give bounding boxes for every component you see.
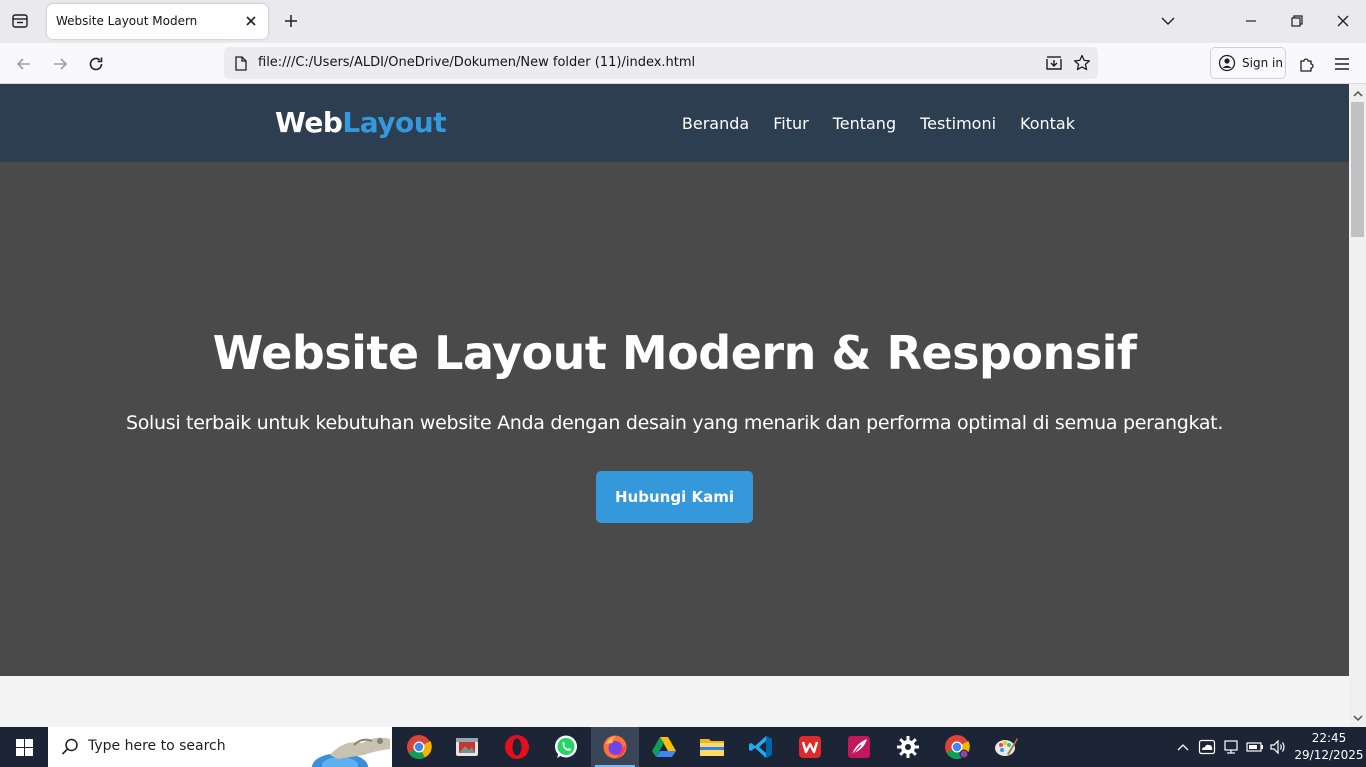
- contact-us-button[interactable]: Hubungi Kami: [596, 471, 753, 523]
- address-bar[interactable]: file:///C:/Users/ALDI/OneDrive/Dokumen/N…: [224, 47, 1098, 79]
- system-clock[interactable]: 22:45 29/12/2025: [1292, 730, 1366, 764]
- nav-link-tentang[interactable]: Tentang: [833, 114, 896, 133]
- settings-gear-taskbar-icon[interactable]: [884, 727, 932, 767]
- nav-link-fitur[interactable]: Fitur: [773, 114, 808, 133]
- extensions-icon[interactable]: [1294, 51, 1320, 77]
- restore-icon[interactable]: [1281, 6, 1313, 36]
- page-icon: [233, 55, 249, 71]
- scrollbar-thumb[interactable]: [1351, 102, 1364, 237]
- url-text[interactable]: file:///C:/Users/ALDI/OneDrive/Dokumen/N…: [258, 55, 695, 70]
- windows-start-icon[interactable]: [0, 727, 48, 767]
- logo-text-layout: Layout: [342, 106, 447, 139]
- hero-subtitle: Solusi terbaik untuk kebutuhan website A…: [125, 412, 1224, 434]
- clock-date: 29/12/2025: [1294, 748, 1364, 762]
- sign-in-button[interactable]: Sign in: [1210, 47, 1286, 79]
- taskbar-search-box[interactable]: Type here to search: [48, 727, 392, 767]
- chevron-down-icon[interactable]: [1152, 6, 1184, 36]
- site-logo[interactable]: WebLayout: [275, 106, 447, 139]
- search-icon: [60, 737, 80, 757]
- chrome-taskbar-icon[interactable]: [395, 727, 443, 767]
- bookmark-star-icon[interactable]: [1071, 52, 1093, 74]
- account-icon: [1218, 54, 1236, 72]
- search-placeholder: Type here to search: [88, 738, 226, 754]
- whatsapp-taskbar-icon[interactable]: [542, 727, 590, 767]
- vscode-taskbar-icon[interactable]: [737, 727, 785, 767]
- new-tab-icon[interactable]: [279, 9, 303, 33]
- chevron-up-icon[interactable]: [1173, 737, 1193, 757]
- browser-tab-strip: Website Layout Modern: [0, 0, 1366, 43]
- onedrive-cloud-icon[interactable]: [1197, 737, 1217, 757]
- active-tab[interactable]: Website Layout Modern: [47, 4, 268, 39]
- chrome-profile-taskbar-icon[interactable]: [933, 727, 981, 767]
- photos-taskbar-icon[interactable]: [443, 727, 491, 767]
- clock-time: 22:45: [1311, 731, 1347, 745]
- windows-taskbar: Type here to search 22:45 29/12/2025: [0, 727, 1366, 767]
- hero-title: Website Layout Modern & Responsif: [212, 326, 1137, 380]
- tab-list-icon[interactable]: [8, 9, 32, 33]
- browser-toolbar: file:///C:/Users/ALDI/OneDrive/Dokumen/N…: [0, 43, 1366, 84]
- opera-taskbar-icon[interactable]: [493, 727, 541, 767]
- paint-taskbar-icon[interactable]: [982, 727, 1030, 767]
- volume-icon[interactable]: [1268, 737, 1288, 757]
- display-icon[interactable]: [1221, 737, 1241, 757]
- site-nav-links: Beranda Fitur Tentang Testimoni Kontak: [682, 114, 1075, 133]
- reload-icon[interactable]: [83, 51, 109, 77]
- battery-icon[interactable]: [1245, 737, 1265, 757]
- search-highlight-illustration-icon: [312, 737, 390, 767]
- menu-icon[interactable]: [1329, 51, 1355, 77]
- nav-link-testimoni[interactable]: Testimoni: [920, 114, 996, 133]
- close-window-icon[interactable]: [1327, 6, 1359, 36]
- file-explorer-taskbar-icon[interactable]: [688, 727, 736, 767]
- nav-link-beranda[interactable]: Beranda: [682, 114, 749, 133]
- hero-section: Website Layout Modern & Responsif Solusi…: [0, 162, 1349, 676]
- scroll-up-icon[interactable]: [1352, 88, 1363, 98]
- scroll-down-icon[interactable]: [1352, 713, 1363, 723]
- site-navbar: WebLayout Beranda Fitur Tentang Testimon…: [0, 84, 1349, 162]
- tab-title: Website Layout Modern: [56, 14, 198, 28]
- wps-office-taskbar-icon[interactable]: [786, 727, 834, 767]
- tab-close-icon[interactable]: [242, 12, 260, 30]
- save-to-pocket-icon[interactable]: [1043, 52, 1065, 74]
- google-drive-taskbar-icon[interactable]: [640, 727, 688, 767]
- logo-text-web: Web: [275, 106, 343, 139]
- minimize-icon[interactable]: [1235, 6, 1267, 36]
- back-icon[interactable]: [11, 51, 37, 77]
- nav-link-kontak[interactable]: Kontak: [1020, 114, 1075, 133]
- page-scrollbar[interactable]: [1349, 84, 1366, 727]
- firefox-taskbar-icon[interactable]: [591, 727, 639, 767]
- sign-in-label: Sign in: [1242, 56, 1283, 70]
- feather-app-taskbar-icon[interactable]: [835, 727, 883, 767]
- forward-icon[interactable]: [47, 51, 73, 77]
- page-viewport: WebLayout Beranda Fitur Tentang Testimon…: [0, 84, 1349, 727]
